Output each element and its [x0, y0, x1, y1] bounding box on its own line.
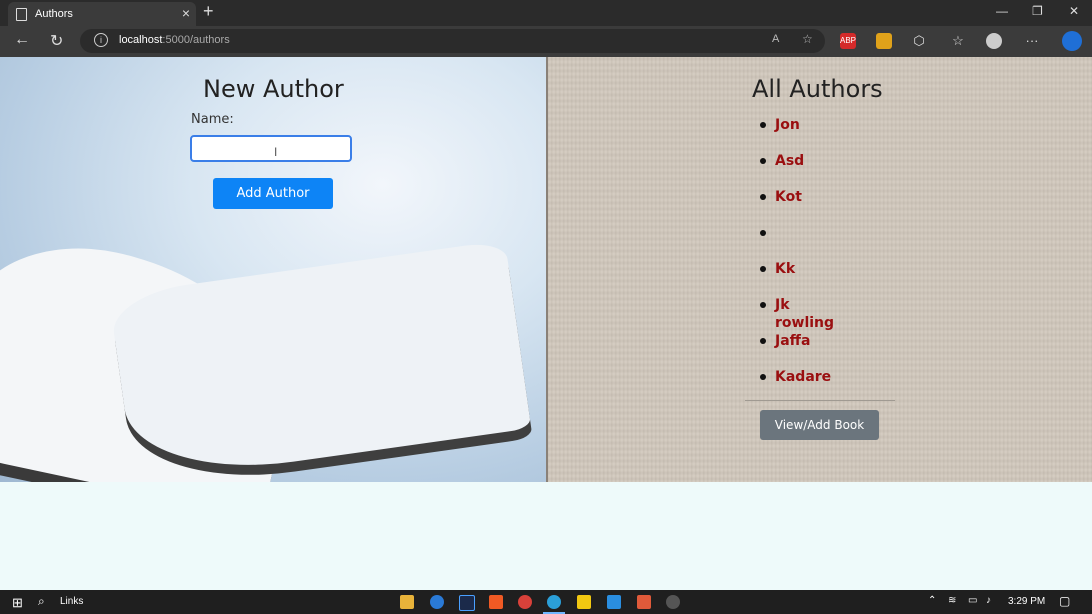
list-divider [745, 400, 895, 401]
favorites-icon[interactable]: ☆ [950, 33, 966, 49]
windows-start-icon[interactable]: ⊞ [12, 595, 23, 611]
sticky-notes-icon[interactable] [577, 595, 591, 609]
adblock-icon[interactable]: ABP [840, 33, 856, 49]
author-name-link[interactable]: Asd [775, 152, 804, 170]
url-text: localhost:5000/authors [119, 34, 230, 46]
page-icon [16, 8, 27, 21]
extension-badge-icon[interactable] [876, 33, 892, 49]
bullet-icon [760, 194, 766, 200]
git-icon[interactable] [637, 595, 651, 609]
restore-button[interactable]: ❐ [1032, 4, 1043, 18]
wifi-icon[interactable]: ≋ [948, 595, 956, 606]
all-authors-heading: All Authors [752, 75, 883, 103]
brave-icon[interactable] [489, 595, 503, 609]
file-explorer-icon[interactable] [400, 595, 414, 609]
url-path: :5000/authors [162, 34, 230, 46]
bullet-icon [760, 266, 766, 272]
new-author-panel [0, 57, 546, 482]
chevron-up-icon[interactable]: ⌃ [928, 595, 936, 606]
tab-title: Authors [35, 8, 73, 20]
new-author-heading: New Author [203, 75, 344, 103]
read-aloud-icon[interactable]: A [772, 33, 779, 45]
more-menu-icon[interactable]: ··· [1024, 33, 1040, 49]
taskbar-search-label[interactable]: Links [60, 596, 83, 607]
clock-time[interactable]: 3:29 PM [1008, 596, 1045, 607]
windows-taskbar: ⊞ ⌕ Links ⌃ ≋ ▭ ♪ 3:29 PM ▢ [0, 590, 1092, 614]
favorite-add-icon[interactable]: ☆ [802, 32, 813, 46]
author-name-link[interactable]: Kk [775, 260, 795, 278]
view-add-book-button[interactable]: View/Add Book [760, 410, 879, 440]
edge-icon[interactable] [547, 595, 561, 609]
address-bar[interactable]: i localhost:5000/authors A ☆ [80, 29, 825, 53]
author-name-link[interactable]: Jon [775, 116, 800, 134]
author-name-link[interactable]: Jaffa [775, 332, 810, 350]
minimize-button[interactable]: — [996, 4, 1008, 18]
author-name-link[interactable]: Jk rowling [775, 296, 834, 332]
bullet-icon [760, 302, 766, 308]
back-icon[interactable]: ← [14, 31, 30, 49]
name-input[interactable] [190, 135, 352, 162]
bullet-icon [760, 374, 766, 380]
url-host: localhost [119, 34, 163, 46]
tab-authors[interactable]: Authors × [8, 2, 196, 26]
close-window-button[interactable]: ✕ [1069, 4, 1079, 18]
bullet-icon [760, 338, 766, 344]
github-icon[interactable] [666, 595, 680, 609]
browser-tab-bar: Authors × + — ❐ ✕ [0, 0, 1092, 26]
volume-icon[interactable]: ♪ [986, 595, 991, 606]
vscode-icon[interactable] [607, 595, 621, 609]
search-icon[interactable]: ⌕ [38, 594, 45, 609]
new-tab-button[interactable]: + [203, 1, 214, 22]
bing-icon[interactable] [1062, 31, 1082, 51]
photoshop-icon[interactable] [459, 595, 475, 611]
notifications-icon[interactable]: ▢ [1059, 594, 1070, 608]
battery-icon[interactable]: ▭ [968, 595, 977, 606]
tab-close-icon[interactable]: × [182, 5, 190, 21]
bullet-icon [760, 158, 766, 164]
bluetooth-icon[interactable] [430, 595, 444, 609]
text-cursor-icon: I [274, 145, 278, 159]
bullet-icon [760, 122, 766, 128]
browser-nav-bar: ← ↻ i localhost:5000/authors A ☆ ABP ⬡ ☆… [0, 26, 1092, 57]
profile-avatar[interactable] [986, 33, 1002, 49]
name-label: Name: [191, 112, 234, 127]
app-icon[interactable] [518, 595, 532, 609]
bullet-icon [760, 230, 766, 236]
extensions-icon[interactable]: ⬡ [911, 33, 927, 49]
refresh-icon[interactable]: ↻ [50, 31, 63, 51]
author-name-link[interactable]: Kadare [775, 368, 831, 386]
info-icon[interactable]: i [94, 33, 108, 47]
author-name-link[interactable]: Kot [775, 188, 802, 206]
add-author-button[interactable]: Add Author [213, 178, 333, 209]
